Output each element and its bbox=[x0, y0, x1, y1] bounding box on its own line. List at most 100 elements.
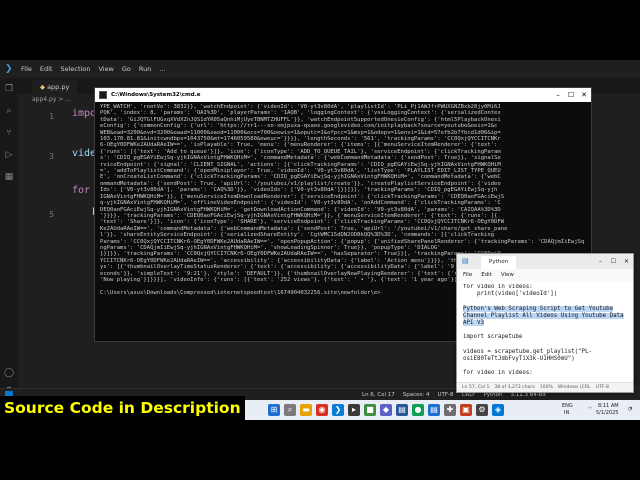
notification-icon[interactable]: ◔ bbox=[628, 406, 632, 412]
status-spaces[interactable]: Spaces: 4 bbox=[403, 392, 430, 398]
menu-run[interactable]: Run bbox=[139, 65, 151, 73]
np-status-chars: 38 of 3,273 chars bbox=[494, 385, 535, 390]
vscode-titlebar: ❯ File Edit Selection View Go Run ... bbox=[0, 60, 640, 78]
cmd-icon bbox=[99, 91, 107, 99]
app-icon[interactable]: ◆ bbox=[380, 404, 392, 416]
np-status-zoom: 100% bbox=[539, 385, 553, 390]
notepad-tab[interactable]: Python bbox=[481, 256, 517, 269]
notepad-text-line: Channel Playlist All Videos Using Youtub… bbox=[463, 312, 631, 320]
np-status-position: Ln 57, Col 1 bbox=[462, 385, 490, 390]
menu-go[interactable]: Go bbox=[122, 65, 131, 73]
app-icon[interactable]: ▤ bbox=[396, 404, 408, 416]
cmd-title: C:\Windows\System32\cmd.e bbox=[111, 92, 201, 98]
app-icon[interactable]: ◈ bbox=[492, 404, 504, 416]
text: import scrapetube bbox=[463, 334, 523, 341]
notepad-text-line bbox=[463, 363, 631, 370]
letterbox-top bbox=[0, 0, 640, 60]
close-icon[interactable]: ✕ bbox=[622, 257, 631, 266]
source-control-icon[interactable]: ⑂ bbox=[4, 128, 14, 138]
text bbox=[463, 327, 467, 333]
notepad-text-line: osiE80TeTtJdbFvyTiX3k-U1HHS0mU") bbox=[463, 356, 631, 363]
notepad-window[interactable]: ▤ Python – ☐ ✕ File Edit View for video … bbox=[456, 253, 634, 393]
source-code-banner: Source Code in Description bbox=[0, 396, 245, 420]
np-menu-file[interactable]: File bbox=[463, 272, 472, 278]
tab-app-py[interactable]: ◆ app.py bbox=[32, 80, 78, 94]
tray-date[interactable]: 5/1/2025 bbox=[596, 410, 618, 416]
search-icon[interactable]: ⌕ bbox=[284, 404, 296, 416]
account-icon[interactable]: ◯ bbox=[4, 368, 14, 378]
start-icon[interactable]: ⊞ bbox=[268, 404, 280, 416]
notepad-text-line bbox=[463, 342, 631, 349]
notepad-text-line bbox=[463, 327, 631, 334]
breadcrumb[interactable]: app4.py > ... bbox=[32, 96, 71, 103]
np-status-eol: Windows (CRL bbox=[557, 385, 591, 390]
cmd-titlebar[interactable]: C:\Windows\System32\cmd.e – ☐ ✕ bbox=[95, 88, 591, 102]
cmd-output-line: Params': 'CC0QxjQYCCITCNKr6-OEgY0DFWKe2A… bbox=[100, 238, 588, 245]
file-explorer-icon[interactable]: ▬ bbox=[300, 404, 312, 416]
menu-selection[interactable]: Selection bbox=[60, 65, 90, 73]
line-number: 3 bbox=[49, 152, 54, 161]
menu-more[interactable]: ... bbox=[159, 65, 165, 73]
menu-file[interactable]: File bbox=[21, 65, 32, 73]
chrome-icon[interactable]: ◉ bbox=[316, 404, 328, 416]
tab-label: app.py bbox=[47, 83, 70, 91]
text: print(video['videoId']) bbox=[463, 291, 558, 298]
text bbox=[463, 342, 467, 348]
status-encoding[interactable]: UTF-8 bbox=[438, 392, 454, 398]
tray-language[interactable]: ENG bbox=[562, 403, 573, 409]
app-icon[interactable]: ✚ bbox=[444, 404, 456, 416]
notepad-text-line: print(video['videoId']) bbox=[463, 291, 631, 298]
menu-edit[interactable]: Edit bbox=[40, 65, 53, 73]
close-icon[interactable]: ✕ bbox=[579, 90, 589, 100]
text bbox=[463, 363, 467, 369]
app-icon[interactable]: ▣ bbox=[460, 404, 472, 416]
text bbox=[463, 298, 467, 304]
notepad-titlebar[interactable]: ▤ Python – ☐ ✕ bbox=[457, 254, 633, 269]
minimize-icon[interactable]: – bbox=[596, 257, 605, 266]
vscode-taskbar-icon[interactable]: ❯ bbox=[332, 404, 344, 416]
np-status-encoding: UTF-8 bbox=[595, 385, 609, 390]
selected-text: API V3 bbox=[463, 320, 484, 327]
np-menu-view[interactable]: View bbox=[501, 272, 514, 278]
notepad-text-line: import scrapetube bbox=[463, 334, 631, 341]
search-icon[interactable]: ⌕ bbox=[4, 106, 14, 116]
letterbox-bottom bbox=[0, 420, 640, 480]
selected-text: Channel Playlist All Videos Using Youtub… bbox=[463, 312, 624, 319]
notepad-text-line: for video in videos: bbox=[463, 284, 631, 291]
terminal-icon[interactable]: ▸ bbox=[348, 404, 360, 416]
notepad-text-area[interactable]: for video in videos: print(video['videoI… bbox=[463, 284, 631, 382]
vscode-menu-bar: File Edit Selection View Go Run ... bbox=[21, 65, 166, 73]
notepad-text-line: videos = scrapetube.get_playlist("PL- bbox=[463, 349, 631, 356]
activity-bar: ❐ ⌕ ⑂ ▷ ▦ ◯ ⚙ bbox=[0, 78, 18, 400]
maximize-icon[interactable]: ☐ bbox=[609, 257, 618, 266]
wifi-icon[interactable]: ◠ bbox=[588, 406, 592, 412]
line-number: 1 bbox=[49, 112, 54, 121]
notepad-text-line: API V3 bbox=[463, 320, 631, 327]
vscode-logo-icon: ❯ bbox=[5, 64, 13, 74]
text: osiE80TeTtJdbFvyTiX3k-U1HHS0mU") bbox=[463, 356, 575, 363]
notepad-text-line bbox=[463, 298, 631, 305]
status-position[interactable]: Ln 6, Col 17 bbox=[362, 392, 395, 398]
explorer-icon[interactable]: ❐ bbox=[4, 84, 14, 94]
notepad-text-line: Python's Web Scraping Script to Get Yout… bbox=[463, 305, 631, 313]
code-line: impo bbox=[72, 108, 97, 119]
app-icon[interactable]: ⚙ bbox=[476, 404, 488, 416]
run-debug-icon[interactable]: ▷ bbox=[4, 150, 14, 160]
notepad-status-bar: Ln 57, Col 1 38 of 3,273 chars 100% Wind… bbox=[457, 382, 633, 392]
maximize-icon[interactable]: ☐ bbox=[566, 90, 576, 100]
text: for video in videos: bbox=[463, 284, 533, 290]
extensions-icon[interactable]: ▦ bbox=[4, 172, 14, 182]
tray-time[interactable]: 8:11 AM bbox=[598, 403, 619, 409]
notepad-text-line: for video in videos: bbox=[463, 370, 631, 377]
python-file-icon: ◆ bbox=[40, 83, 45, 91]
tray-region[interactable]: IN bbox=[564, 410, 569, 416]
app-icon[interactable]: ● bbox=[412, 404, 424, 416]
app-icon[interactable]: ■ bbox=[364, 404, 376, 416]
minimize-icon[interactable]: – bbox=[553, 90, 563, 100]
menu-view[interactable]: View bbox=[98, 65, 113, 73]
notepad-menu-bar: File Edit View bbox=[457, 269, 633, 281]
text: videos = scrapetube.get_playlist("PL- bbox=[463, 348, 593, 355]
notepad-taskbar-icon[interactable]: ▤ bbox=[428, 404, 440, 416]
np-menu-edit[interactable]: Edit bbox=[481, 272, 492, 278]
text: for video in videos: bbox=[463, 370, 533, 377]
